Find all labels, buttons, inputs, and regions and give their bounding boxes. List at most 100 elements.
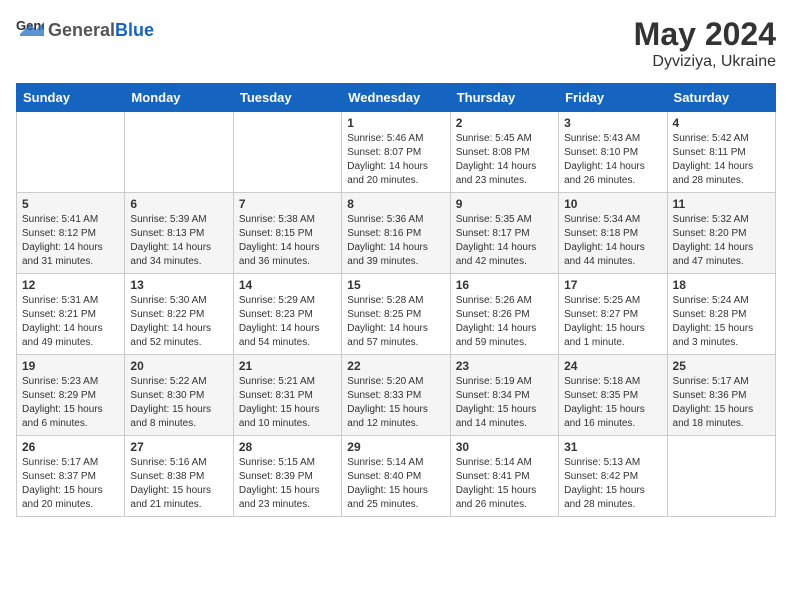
day-number: 8 bbox=[347, 197, 444, 211]
calendar-cell: 30 Sunrise: 5:14 AM Sunset: 8:41 PM Dayli… bbox=[450, 436, 558, 517]
calendar-cell: 1 Sunrise: 5:46 AM Sunset: 8:07 PM Daylig… bbox=[342, 112, 450, 193]
location-title: Dyviziya, Ukraine bbox=[634, 53, 776, 71]
calendar-cell: 28 Sunrise: 5:15 AM Sunset: 8:39 PM Dayli… bbox=[233, 436, 341, 517]
day-info: Sunrise: 5:32 AM Sunset: 8:20 PM Dayligh… bbox=[673, 213, 770, 269]
day-info: Sunrise: 5:19 AM Sunset: 8:34 PM Dayligh… bbox=[456, 375, 553, 431]
day-number: 6 bbox=[130, 197, 227, 211]
day-number: 29 bbox=[347, 440, 444, 454]
calendar-cell: 6 Sunrise: 5:39 AM Sunset: 8:13 PM Daylig… bbox=[125, 193, 233, 274]
calendar-table: SundayMondayTuesdayWednesdayThursdayFrid… bbox=[16, 83, 776, 517]
calendar-cell: 23 Sunrise: 5:19 AM Sunset: 8:34 PM Dayli… bbox=[450, 355, 558, 436]
day-number: 23 bbox=[456, 359, 553, 373]
calendar-cell: 2 Sunrise: 5:45 AM Sunset: 8:08 PM Daylig… bbox=[450, 112, 558, 193]
day-info: Sunrise: 5:34 AM Sunset: 8:18 PM Dayligh… bbox=[564, 213, 661, 269]
day-info: Sunrise: 5:17 AM Sunset: 8:36 PM Dayligh… bbox=[673, 375, 770, 431]
day-info: Sunrise: 5:45 AM Sunset: 8:08 PM Dayligh… bbox=[456, 132, 553, 188]
day-info: Sunrise: 5:24 AM Sunset: 8:28 PM Dayligh… bbox=[673, 294, 770, 350]
calendar-week-5: 26 Sunrise: 5:17 AM Sunset: 8:37 PM Dayli… bbox=[17, 436, 776, 517]
calendar-cell: 24 Sunrise: 5:18 AM Sunset: 8:35 PM Dayli… bbox=[559, 355, 667, 436]
day-number: 24 bbox=[564, 359, 661, 373]
day-info: Sunrise: 5:29 AM Sunset: 8:23 PM Dayligh… bbox=[239, 294, 336, 350]
day-number: 28 bbox=[239, 440, 336, 454]
day-number: 19 bbox=[22, 359, 119, 373]
day-info: Sunrise: 5:42 AM Sunset: 8:11 PM Dayligh… bbox=[673, 132, 770, 188]
day-number: 4 bbox=[673, 116, 770, 130]
day-number: 13 bbox=[130, 278, 227, 292]
day-number: 16 bbox=[456, 278, 553, 292]
day-number: 12 bbox=[22, 278, 119, 292]
weekday-header-friday: Friday bbox=[559, 84, 667, 112]
calendar-week-4: 19 Sunrise: 5:23 AM Sunset: 8:29 PM Dayli… bbox=[17, 355, 776, 436]
calendar-cell: 16Sunrise: 5:26 AM Sunset: 8:26 PM Dayli… bbox=[450, 274, 558, 355]
weekday-header-saturday: Saturday bbox=[667, 84, 775, 112]
day-info: Sunrise: 5:17 AM Sunset: 8:37 PM Dayligh… bbox=[22, 456, 119, 512]
day-info: Sunrise: 5:21 AM Sunset: 8:31 PM Dayligh… bbox=[239, 375, 336, 431]
calendar-cell: 13 Sunrise: 5:30 AM Sunset: 8:22 PM Dayli… bbox=[125, 274, 233, 355]
day-number: 31 bbox=[564, 440, 661, 454]
day-info: Sunrise: 5:46 AM Sunset: 8:07 PM Dayligh… bbox=[347, 132, 444, 188]
logo: General GeneralBlue bbox=[16, 16, 154, 44]
day-number: 3 bbox=[564, 116, 661, 130]
calendar-cell: 3Sunrise: 5:43 AM Sunset: 8:10 PM Daylig… bbox=[559, 112, 667, 193]
day-number: 11 bbox=[673, 197, 770, 211]
calendar-cell: 7 Sunrise: 5:38 AM Sunset: 8:15 PM Daylig… bbox=[233, 193, 341, 274]
day-number: 26 bbox=[22, 440, 119, 454]
month-title: May 2024 bbox=[634, 16, 776, 53]
day-number: 1 bbox=[347, 116, 444, 130]
day-number: 14 bbox=[239, 278, 336, 292]
calendar-cell: 27 Sunrise: 5:16 AM Sunset: 8:38 PM Dayli… bbox=[125, 436, 233, 517]
day-info: Sunrise: 5:13 AM Sunset: 8:42 PM Dayligh… bbox=[564, 456, 661, 512]
day-number: 5 bbox=[22, 197, 119, 211]
weekday-header-row: SundayMondayTuesdayWednesdayThursdayFrid… bbox=[17, 84, 776, 112]
calendar-cell bbox=[17, 112, 125, 193]
day-info: Sunrise: 5:28 AM Sunset: 8:25 PM Dayligh… bbox=[347, 294, 444, 350]
day-info: Sunrise: 5:38 AM Sunset: 8:15 PM Dayligh… bbox=[239, 213, 336, 269]
day-info: Sunrise: 5:14 AM Sunset: 8:41 PM Dayligh… bbox=[456, 456, 553, 512]
calendar-week-3: 12 Sunrise: 5:31 AM Sunset: 8:21 PM Dayli… bbox=[17, 274, 776, 355]
day-number: 25 bbox=[673, 359, 770, 373]
day-number: 7 bbox=[239, 197, 336, 211]
day-number: 18 bbox=[673, 278, 770, 292]
calendar-cell: 29Sunrise: 5:14 AM Sunset: 8:40 PM Dayli… bbox=[342, 436, 450, 517]
title-area: May 2024 Dyviziya, Ukraine bbox=[634, 16, 776, 71]
day-info: Sunrise: 5:30 AM Sunset: 8:22 PM Dayligh… bbox=[130, 294, 227, 350]
day-info: Sunrise: 5:16 AM Sunset: 8:38 PM Dayligh… bbox=[130, 456, 227, 512]
weekday-header-monday: Monday bbox=[125, 84, 233, 112]
logo-icon: General bbox=[16, 16, 44, 44]
day-number: 21 bbox=[239, 359, 336, 373]
day-info: Sunrise: 5:31 AM Sunset: 8:21 PM Dayligh… bbox=[22, 294, 119, 350]
day-info: Sunrise: 5:15 AM Sunset: 8:39 PM Dayligh… bbox=[239, 456, 336, 512]
calendar-cell: 26 Sunrise: 5:17 AM Sunset: 8:37 PM Dayli… bbox=[17, 436, 125, 517]
day-info: Sunrise: 5:23 AM Sunset: 8:29 PM Dayligh… bbox=[22, 375, 119, 431]
day-info: Sunrise: 5:35 AM Sunset: 8:17 PM Dayligh… bbox=[456, 213, 553, 269]
logo-general: GeneralBlue bbox=[48, 20, 154, 41]
weekday-header-sunday: Sunday bbox=[17, 84, 125, 112]
calendar-cell: 17Sunrise: 5:25 AM Sunset: 8:27 PM Dayli… bbox=[559, 274, 667, 355]
calendar-body: 1 Sunrise: 5:46 AM Sunset: 8:07 PM Daylig… bbox=[17, 112, 776, 517]
calendar-cell: 19 Sunrise: 5:23 AM Sunset: 8:29 PM Dayli… bbox=[17, 355, 125, 436]
calendar-cell: 8 Sunrise: 5:36 AM Sunset: 8:16 PM Daylig… bbox=[342, 193, 450, 274]
day-info: Sunrise: 5:20 AM Sunset: 8:33 PM Dayligh… bbox=[347, 375, 444, 431]
day-number: 15 bbox=[347, 278, 444, 292]
day-number: 9 bbox=[456, 197, 553, 211]
weekday-header-wednesday: Wednesday bbox=[342, 84, 450, 112]
day-info: Sunrise: 5:39 AM Sunset: 8:13 PM Dayligh… bbox=[130, 213, 227, 269]
day-number: 27 bbox=[130, 440, 227, 454]
calendar-cell: 20Sunrise: 5:22 AM Sunset: 8:30 PM Dayli… bbox=[125, 355, 233, 436]
day-info: Sunrise: 5:18 AM Sunset: 8:35 PM Dayligh… bbox=[564, 375, 661, 431]
calendar-cell bbox=[233, 112, 341, 193]
calendar-cell bbox=[667, 436, 775, 517]
calendar-cell: 5Sunrise: 5:41 AM Sunset: 8:12 PM Daylig… bbox=[17, 193, 125, 274]
day-number: 30 bbox=[456, 440, 553, 454]
day-number: 2 bbox=[456, 116, 553, 130]
calendar-cell: 12 Sunrise: 5:31 AM Sunset: 8:21 PM Dayli… bbox=[17, 274, 125, 355]
header: General GeneralBlue May 2024 Dyviziya, U… bbox=[16, 16, 776, 71]
calendar-cell: 4 Sunrise: 5:42 AM Sunset: 8:11 PM Daylig… bbox=[667, 112, 775, 193]
day-number: 10 bbox=[564, 197, 661, 211]
day-number: 22 bbox=[347, 359, 444, 373]
calendar-cell: 11 Sunrise: 5:32 AM Sunset: 8:20 PM Dayli… bbox=[667, 193, 775, 274]
calendar-cell: 10 Sunrise: 5:34 AM Sunset: 8:18 PM Dayli… bbox=[559, 193, 667, 274]
day-number: 17 bbox=[564, 278, 661, 292]
day-info: Sunrise: 5:36 AM Sunset: 8:16 PM Dayligh… bbox=[347, 213, 444, 269]
day-info: Sunrise: 5:22 AM Sunset: 8:30 PM Dayligh… bbox=[130, 375, 227, 431]
